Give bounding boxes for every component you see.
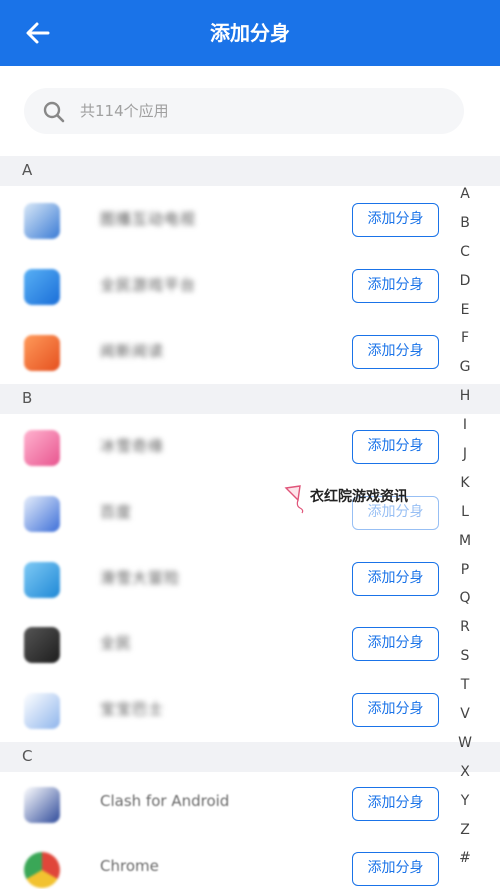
list-item: Chrome 添加分身 [0, 835, 450, 889]
app-icon [24, 787, 60, 823]
index-letter[interactable]: Y [452, 787, 478, 816]
list-item: Clash for Android 添加分身 [0, 770, 450, 836]
search-input[interactable] [80, 88, 440, 134]
section-letter: B [22, 389, 33, 407]
app-name: Clash for Android [100, 792, 230, 810]
app-name: 百度 [100, 503, 133, 521]
index-letter[interactable]: Z [452, 816, 478, 845]
index-letter[interactable]: B [452, 209, 478, 238]
index-letter[interactable]: D [452, 267, 478, 296]
index-letter[interactable]: A [452, 180, 478, 209]
app-name: 滑雪大冒险 [100, 569, 181, 587]
watermark-text: 衣红院游戏资讯 [310, 489, 408, 505]
add-clone-button[interactable]: 添加分身 [352, 562, 439, 596]
section-letter: C [22, 747, 33, 765]
section-letter: A [22, 161, 33, 179]
index-letter[interactable]: E [452, 296, 478, 325]
list-item: 全民游戏平台 添加分身 [0, 252, 450, 318]
section-header-a: A [0, 156, 500, 186]
app-icon [24, 269, 60, 305]
add-clone-button[interactable]: 添加分身 [352, 627, 439, 661]
index-letter[interactable]: # [452, 844, 478, 873]
index-letter[interactable]: K [452, 469, 478, 498]
search-bar[interactable] [24, 88, 464, 134]
index-letter[interactable]: F [452, 324, 478, 353]
app-name: 全民 [100, 634, 133, 652]
list-item: 图播互动电视 添加分身 [0, 186, 450, 252]
list-item: 滑雪大冒险 添加分身 [0, 545, 450, 611]
search-icon [42, 100, 66, 124]
app-icon [24, 430, 60, 466]
app-name: 全民游戏平台 [100, 276, 197, 294]
page-title: 添加分身 [210, 21, 290, 45]
add-clone-button[interactable]: 添加分身 [352, 852, 439, 886]
index-letter[interactable]: T [452, 671, 478, 700]
app-icon [24, 562, 60, 598]
index-letter[interactable]: R [452, 613, 478, 642]
index-letter[interactable]: J [452, 440, 478, 469]
app-icon [24, 335, 60, 371]
app-name: 阅新阅读 [100, 342, 165, 360]
list-item: 全民 添加分身 [0, 610, 450, 676]
index-letter[interactable]: X [452, 758, 478, 787]
app-icon [24, 693, 60, 729]
section-header-c: C [0, 742, 500, 772]
app-name: Chrome [100, 857, 159, 875]
app-name: 冰雪奇缘 [100, 437, 165, 455]
app-header: 添加分身 [0, 0, 500, 66]
index-letter[interactable]: C [452, 238, 478, 267]
section-header-b: B [0, 384, 500, 414]
add-clone-button[interactable]: 添加分身 [352, 269, 439, 303]
index-letter[interactable]: I [452, 411, 478, 440]
app-icon [24, 203, 60, 239]
kite-icon [282, 484, 308, 514]
index-letter[interactable]: Q [452, 584, 478, 613]
app-name: 图播互动电视 [100, 210, 197, 228]
add-clone-button[interactable]: 添加分身 [352, 335, 439, 369]
app-icon [24, 627, 60, 663]
app-icon [24, 496, 60, 532]
index-letter[interactable]: M [452, 527, 478, 556]
add-clone-button[interactable]: 添加分身 [352, 203, 439, 237]
index-letter[interactable]: S [452, 642, 478, 671]
index-letter[interactable]: H [452, 382, 478, 411]
add-clone-button[interactable]: 添加分身 [352, 693, 439, 727]
chrome-icon [24, 852, 60, 888]
list-item: 冰雪奇缘 添加分身 [0, 413, 450, 479]
list-item: 阅新阅读 添加分身 [0, 318, 450, 384]
add-clone-button[interactable]: 添加分身 [352, 787, 439, 821]
list-item: 宝宝巴士 添加分身 [0, 676, 450, 742]
index-letter[interactable]: L [452, 498, 478, 527]
app-name: 宝宝巴士 [100, 700, 165, 718]
index-letter[interactable]: P [452, 556, 478, 585]
alphabet-index-bar[interactable]: A B C D E F G H I J K L M P Q R S T V W X Y Z # [452, 180, 478, 873]
index-letter[interactable]: W [452, 729, 478, 758]
index-letter[interactable]: V [452, 700, 478, 729]
add-clone-button[interactable]: 添加分身 [352, 430, 439, 464]
index-letter[interactable]: G [452, 353, 478, 382]
